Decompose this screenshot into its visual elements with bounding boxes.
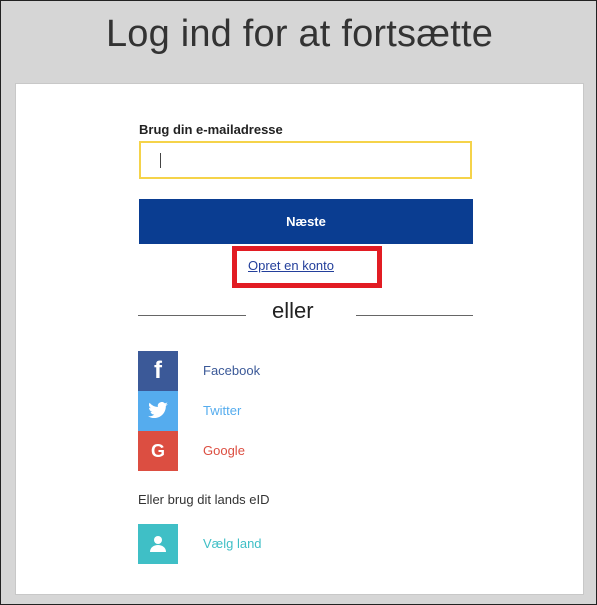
facebook-icon: f [138,351,178,391]
page-title: Log ind for at fortsætte [105,13,494,55]
create-account-link[interactable]: Opret en konto [248,258,334,273]
twitter-icon [138,391,178,431]
page-frame: Log ind for at fortsætte Brug din e-mail… [0,0,597,605]
next-button[interactable]: Næste [139,199,473,244]
user-icon [138,524,178,564]
facebook-label: Facebook [203,363,261,378]
divider-text: eller [272,298,314,323]
google-icon: G [138,431,178,471]
eid-text: Eller brug dit lands eID [138,492,270,507]
text-caret [160,153,161,168]
twitter-label: Twitter [203,403,242,418]
login-card: Brug din e-mailadresse Næste Opret en ko… [15,83,584,595]
facebook-login[interactable]: f Facebook [138,351,398,391]
email-input[interactable] [139,141,472,179]
google-label: Google [203,443,245,458]
choose-country-label: Vælg land [203,536,262,551]
email-label: Brug din e-mailadresse [139,122,283,137]
choose-country-button[interactable]: Vælg land [138,524,378,564]
divider-right-line [356,315,473,316]
divider-left-line [138,315,246,316]
twitter-login[interactable]: Twitter [138,391,398,431]
google-login[interactable]: G Google [138,431,398,471]
